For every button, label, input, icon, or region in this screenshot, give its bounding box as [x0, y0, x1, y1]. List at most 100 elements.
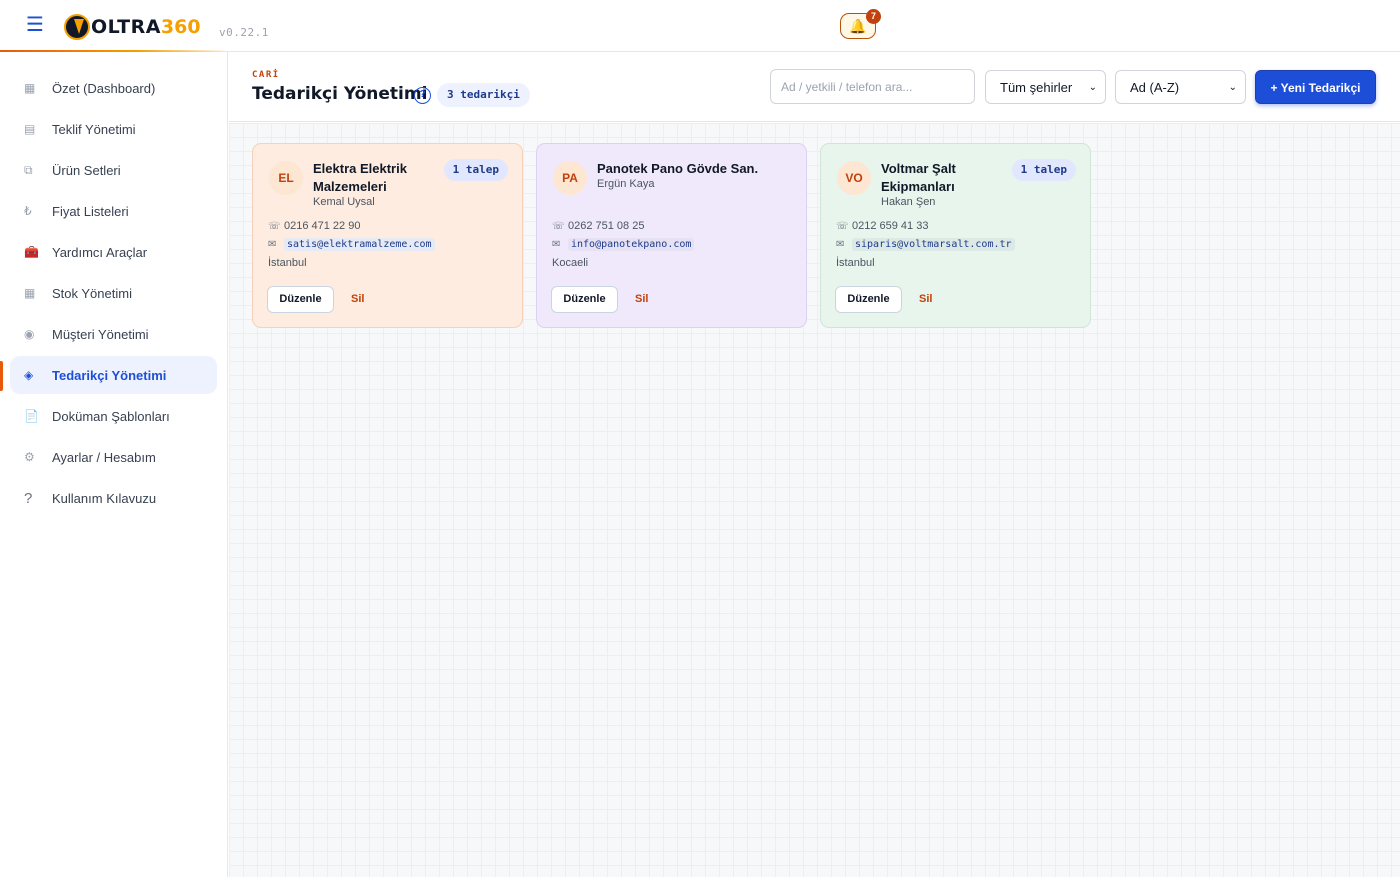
- logo-number: 360: [160, 16, 201, 38]
- stock-icon: ▦: [24, 286, 36, 300]
- request-count-badge: 1 talep: [1011, 159, 1076, 181]
- sort-value: Ad (A-Z): [1130, 79, 1180, 95]
- sidebar-item-suppliers[interactable]: ◈ Tedarikçi Yönetimi: [10, 356, 217, 394]
- phone-icon: ☏: [836, 220, 849, 232]
- delete-button[interactable]: Sil: [635, 293, 648, 305]
- gear-icon: ⚙: [24, 450, 35, 464]
- sidebar-item-settings[interactable]: ⚙ Ayarlar / Hesabım: [10, 438, 217, 476]
- phone-icon: ☏: [268, 220, 281, 232]
- mail-icon: ✉: [552, 239, 561, 250]
- dashboard-icon: ▦: [24, 81, 36, 95]
- lira-icon: ₺: [24, 204, 32, 218]
- sidebar-item-label: Kullanım Kılavuzu: [52, 490, 157, 506]
- question-icon: ?: [24, 489, 33, 507]
- email-link[interactable]: info@panotekpano.com: [568, 238, 695, 251]
- supplier-email: ✉ satis@elektramalzeme.com: [268, 238, 435, 251]
- sidebar-item-tools[interactable]: 🧰 Yardımcı Araçlar: [10, 233, 217, 271]
- city-filter-select[interactable]: Tüm şehirler ⌄: [985, 70, 1106, 104]
- sidebar-item-label: Özet (Dashboard): [52, 80, 156, 96]
- sidebar-item-quotes[interactable]: ▤ Teklif Yönetimi: [10, 110, 217, 148]
- supplier-city: Kocaeli: [552, 257, 589, 269]
- sidebar-item-label: Ürün Setleri: [52, 162, 121, 178]
- sidebar-item-customers[interactable]: ◉ Müşteri Yönetimi: [10, 315, 217, 353]
- sidebar-item-user-guide[interactable]: ? Kullanım Kılavuzu: [10, 479, 217, 517]
- chevron-down-icon: ⌄: [1088, 81, 1097, 93]
- supplier-city: İstanbul: [836, 257, 875, 269]
- supplier-city: İstanbul: [268, 257, 307, 269]
- menu-icon[interactable]: ☰: [24, 14, 46, 36]
- sidebar-item-price-lists[interactable]: ₺ Fiyat Listeleri: [10, 192, 217, 230]
- help-icon[interactable]: ?: [414, 87, 431, 104]
- supplier-card: PA Panotek Pano Gövde San. Ergün Kaya ☏ 0…: [536, 143, 807, 328]
- city-filter-value: Tüm şehirler: [1000, 79, 1073, 95]
- bell-icon: 🔔: [849, 17, 867, 34]
- supplier-name-line: Elektra Elektrik: [313, 161, 407, 176]
- customers-icon: ◉: [24, 327, 35, 341]
- product-sets-icon: ⧉: [24, 162, 33, 177]
- mail-icon: ✉: [836, 239, 845, 250]
- request-count-badge: 1 talep: [443, 159, 508, 181]
- supplier-count-badge: 3 tedarikçi: [437, 83, 530, 107]
- delete-button[interactable]: Sil: [919, 293, 932, 305]
- sidebar-item-dashboard[interactable]: ▦ Özet (Dashboard): [10, 69, 217, 107]
- edit-button[interactable]: Düzenle: [551, 286, 618, 313]
- mail-icon: ✉: [268, 239, 277, 250]
- edit-button[interactable]: Düzenle: [267, 286, 334, 313]
- new-supplier-button[interactable]: + Yeni Tedarikçi: [1255, 70, 1376, 104]
- top-bar: ☰ OLTRA 360 v0.22.1 🔔 7: [0, 0, 1400, 52]
- supplier-card: VO Voltmar Şalt Ekipmanları Hakan Şen 1 …: [820, 143, 1091, 328]
- sidebar-item-label: Doküman Şablonları: [52, 408, 170, 424]
- edit-button[interactable]: Düzenle: [835, 286, 902, 313]
- logo-bolt-icon: [64, 14, 90, 40]
- supplier-name-line: Ekipmanları: [881, 179, 955, 194]
- sidebar-item-document-templates[interactable]: 📄 Doküman Şablonları: [10, 397, 217, 435]
- sidebar-item-label: Ayarlar / Hesabım: [52, 449, 156, 465]
- sidebar-item-label: Müşteri Yönetimi: [52, 326, 149, 342]
- app-version: v0.22.1: [219, 26, 269, 39]
- sidebar-item-stock[interactable]: ▦ Stok Yönetimi: [10, 274, 217, 312]
- supplier-avatar: EL: [269, 161, 303, 195]
- supplier-contact: Kemal Uysal: [313, 196, 375, 208]
- phone-number: 0216 471 22 90: [284, 220, 361, 232]
- supplier-name-line: Voltmar Şalt: [881, 161, 956, 176]
- active-indicator: [0, 361, 3, 391]
- email-link[interactable]: siparis@voltmarsalt.com.tr: [852, 238, 1015, 251]
- quotes-icon: ▤: [24, 122, 36, 136]
- logo-text: OLTRA: [91, 16, 161, 38]
- page-title: Tedarikçi Yönetimi: [252, 84, 428, 104]
- sidebar-item-label: Teklif Yönetimi: [52, 121, 136, 137]
- page-eyebrow: CARİ: [252, 70, 280, 80]
- email-link[interactable]: satis@elektramalzeme.com: [284, 238, 435, 251]
- phone-number: 0212 659 41 33: [852, 220, 929, 232]
- sidebar-item-label: Tedarikçi Yönetimi: [52, 367, 167, 383]
- sidebar-item-label: Stok Yönetimi: [52, 285, 132, 301]
- sidebar-item-product-sets[interactable]: ⧉ Ürün Setleri: [10, 151, 217, 189]
- supplier-grid: EL Elektra Elektrik Malzemeleri Kemal Uy…: [229, 123, 1400, 877]
- notification-count-badge: 7: [866, 9, 881, 24]
- supplier-email: ✉ info@panotekpano.com: [552, 238, 695, 251]
- supplier-phone: ☏ 0262 751 08 25: [552, 220, 644, 232]
- toolbox-icon: 🧰: [24, 245, 39, 259]
- logo[interactable]: OLTRA 360: [64, 13, 201, 41]
- supplier-avatar: VO: [837, 161, 871, 195]
- supplier-contact: Ergün Kaya: [597, 178, 655, 190]
- sidebar: ▦ Özet (Dashboard) ▤ Teklif Yönetimi ⧉ Ürün…: [0, 52, 228, 877]
- suppliers-icon: ◈: [24, 368, 34, 382]
- supplier-phone: ☏ 0212 659 41 33: [836, 220, 928, 232]
- supplier-name: Voltmar Şalt Ekipmanları: [881, 160, 1001, 196]
- delete-button[interactable]: Sil: [351, 293, 364, 305]
- page-header: CARİ Tedarikçi Yönetimi ? 3 tedarikçi Tü…: [229, 52, 1400, 122]
- supplier-card: EL Elektra Elektrik Malzemeleri Kemal Uy…: [252, 143, 523, 328]
- search-input[interactable]: [770, 69, 975, 104]
- supplier-name-line: Panotek Pano Gövde San.: [597, 161, 759, 176]
- supplier-name: Elektra Elektrik Malzemeleri: [313, 160, 433, 196]
- supplier-avatar: PA: [553, 161, 587, 195]
- supplier-phone: ☏ 0216 471 22 90: [268, 220, 360, 232]
- phone-number: 0262 751 08 25: [568, 220, 645, 232]
- supplier-contact: Hakan Şen: [881, 196, 936, 208]
- phone-icon: ☏: [552, 220, 565, 232]
- chevron-down-icon: ⌄: [1228, 81, 1237, 93]
- document-icon: 📄: [24, 409, 39, 423]
- supplier-name-line: Malzemeleri: [313, 179, 387, 194]
- sort-select[interactable]: Ad (A-Z) ⌄: [1115, 70, 1246, 104]
